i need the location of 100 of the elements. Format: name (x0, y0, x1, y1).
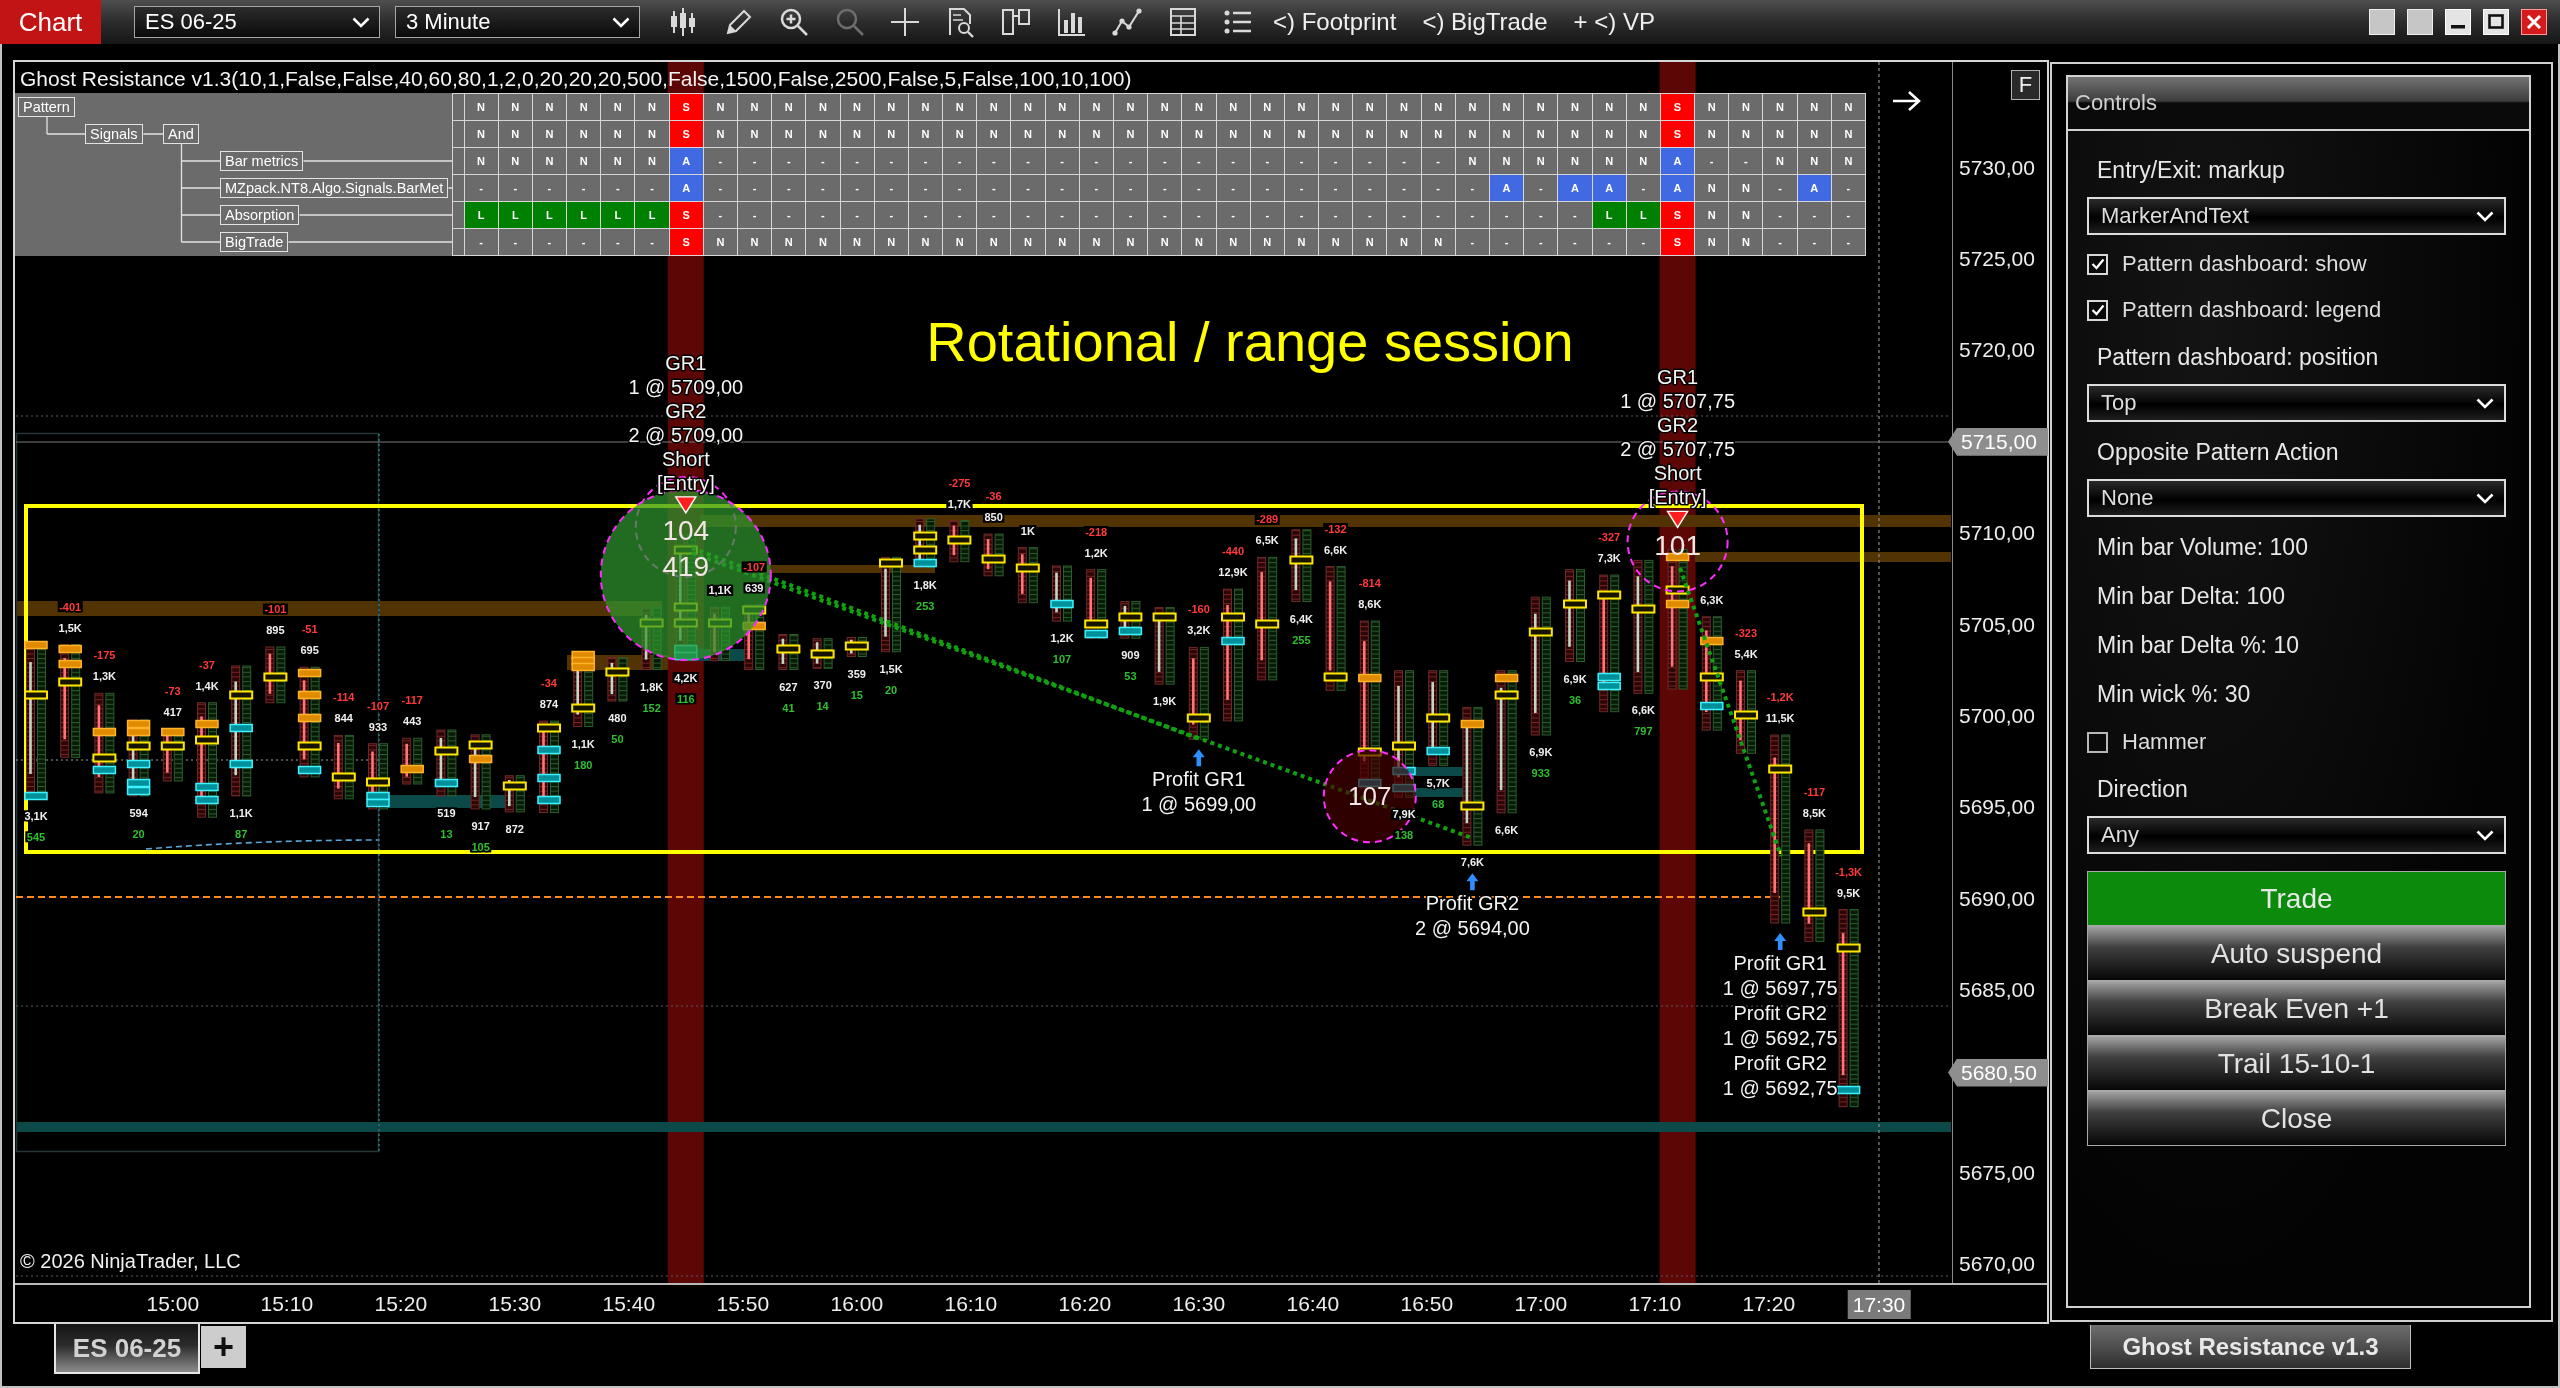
dashboard-cell: - (1524, 229, 1558, 255)
check-icon (2090, 258, 2105, 270)
dashboard-cell: N (635, 121, 669, 147)
dashboard-cell: N (532, 94, 567, 120)
delta-label: 20 (132, 827, 145, 840)
dashboard-cell: - (1113, 148, 1148, 174)
checkbox[interactable] (2087, 731, 2108, 753)
panels-icon[interactable] (1000, 6, 1032, 38)
add-tab-button[interactable]: + (201, 1326, 246, 1368)
dashboard-cell: N (498, 148, 532, 174)
dashboard-cell: S (1660, 229, 1695, 255)
dashboard-cell: N (908, 229, 943, 255)
indicator-button[interactable]: <) Footprint (1273, 8, 1397, 36)
document-tab[interactable]: ES 06-25 (54, 1324, 200, 1374)
price-label: 5705,00 (1959, 612, 2035, 637)
dashboard-cell: N (703, 121, 737, 147)
checkbox-label[interactable]: Pattern dashboard: legend (2122, 297, 2382, 323)
dashboard-cell: N (1079, 94, 1113, 120)
delta-label: 105 (471, 840, 490, 853)
dashboard-cell: N (1490, 148, 1524, 174)
checkbox[interactable] (2087, 253, 2108, 275)
volume-label: 6,9K (1563, 672, 1587, 685)
dashboard-cell: N (1626, 121, 1660, 147)
dashboard-cell: L (1626, 202, 1660, 228)
panel-button[interactable]: Trail 15-10-1 (2087, 1036, 2506, 1091)
dashboard-cell: N (840, 94, 874, 120)
minimize-icon[interactable] (2445, 9, 2471, 35)
crosshair-icon[interactable] (889, 6, 921, 38)
dashboard-cell: - (1695, 148, 1729, 174)
dashboard-cell: - (1831, 229, 1865, 255)
delta-label: -275 (948, 476, 971, 489)
dropdown[interactable]: MarkerAndText (2087, 197, 2506, 235)
checkbox-label[interactable]: Hammer (2122, 729, 2207, 755)
dashboard-cell: N (1558, 94, 1592, 120)
indicator-tab[interactable]: Ghost Resistance v1.3 (2090, 1325, 2411, 1369)
dashboard-cell: N (1284, 121, 1319, 147)
dashboard-cell: N (498, 94, 532, 120)
delta-label: -1,3K (1835, 865, 1863, 878)
volume-label: 1,1K (229, 806, 253, 819)
dashboard-cell: - (635, 175, 669, 201)
volume-label: 519 (437, 806, 456, 819)
indicator-button[interactable]: <) BigTrade (1422, 8, 1548, 36)
dashboard-cell: - (1558, 229, 1592, 255)
interval-dropdown[interactable]: 3 Minute (395, 6, 640, 38)
dashboard-cell: N (1353, 121, 1387, 147)
volume-label: 895 (266, 624, 285, 636)
panel-button[interactable]: Break Even +1 (2087, 981, 2506, 1036)
delta-label: 545 (26, 830, 46, 843)
dashboard-cell: N (1797, 148, 1831, 174)
right-arrow-icon[interactable] (1892, 90, 1922, 112)
dashboard-cell: N (1763, 121, 1797, 147)
dropdown[interactable]: None (2087, 479, 2506, 517)
dropdown[interactable]: Top (2087, 384, 2506, 422)
line-chart-icon[interactable] (1111, 6, 1143, 38)
checkbox-label[interactable]: Pattern dashboard: show (2122, 251, 2367, 277)
bar-chart-icon[interactable] (1055, 6, 1088, 38)
indicator-button[interactable]: + <) VP (1573, 8, 1655, 36)
dashboard-cell: - (464, 175, 498, 201)
dashboard-cell: N (1695, 229, 1729, 255)
panel-button[interactable]: Close (2087, 1091, 2506, 1146)
price-label: 5700,00 (1959, 704, 2035, 728)
setting-label: Pattern dashboard: position (2097, 344, 2379, 371)
volume-label: 7,3K (1597, 552, 1621, 565)
dashboard-cell: - (1319, 202, 1353, 228)
dashboard-cell: - (874, 175, 908, 201)
dashboard-cell: N (1729, 121, 1763, 147)
dashboard-cell: - (1250, 175, 1284, 201)
dashboard-cell: S (669, 202, 703, 228)
dashboard-cell: - (977, 202, 1011, 228)
down-triangle-icon (674, 496, 698, 515)
dashboard-cell: - (635, 229, 669, 255)
volume-label: 917 (471, 819, 490, 832)
dashboard-cell: - (1387, 148, 1421, 174)
dashboard-cell: N (601, 148, 635, 174)
instrument-dropdown[interactable]: ES 06-25 (134, 6, 380, 38)
dashboard-cell: N (943, 121, 977, 147)
dashboard-cell: - (1763, 175, 1797, 201)
panel-button[interactable]: Trade (2087, 871, 2506, 926)
dashboard-cell: - (737, 175, 772, 201)
checkbox[interactable] (2087, 299, 2108, 321)
panel-button[interactable]: Auto suspend (2087, 926, 2506, 981)
maximize-icon[interactable] (2483, 9, 2509, 35)
price-label: 5675,00 (1959, 1161, 2035, 1185)
dashboard-cell: N (635, 148, 669, 174)
exit-label: Profit GR1 (1733, 952, 1827, 974)
dropdown[interactable]: Any (2087, 816, 2506, 854)
delta-label: 255 (1292, 633, 1311, 646)
dashboard-cell: N (1284, 94, 1319, 120)
dashboard-cell: N (840, 229, 874, 255)
dashboard-cell: N (532, 121, 567, 147)
toggle-button[interactable]: F (2011, 70, 2040, 100)
dashboard-cell: A (1592, 175, 1626, 201)
session-label: Rotational / range session (926, 309, 1574, 373)
close-icon[interactable] (2521, 9, 2547, 35)
window-title: Chart (0, 0, 101, 44)
volume-label: 6,6K (1631, 704, 1656, 717)
dashboard-cell: N (1182, 121, 1216, 147)
dashboard-cell: - (498, 175, 532, 201)
zoom-in-icon[interactable] (778, 6, 810, 38)
delta-label: 41 (782, 701, 795, 714)
